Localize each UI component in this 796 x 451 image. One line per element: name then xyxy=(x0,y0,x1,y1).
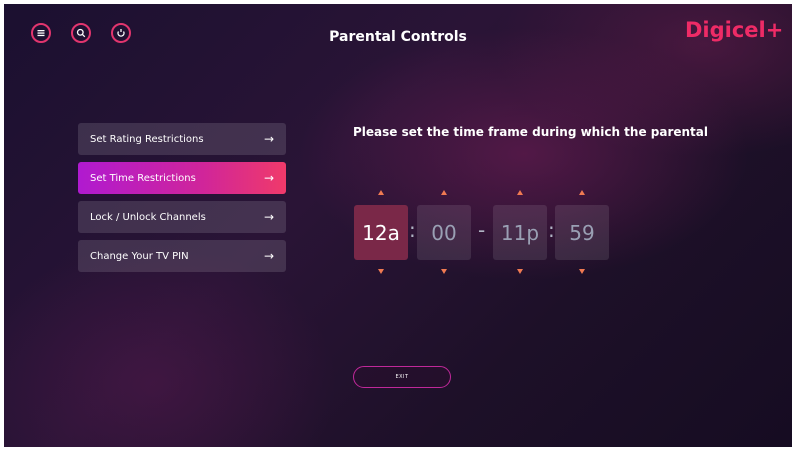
start-colon: : xyxy=(409,218,416,242)
tv-screen: Parental Controls Digicel+ Set Rating Re… xyxy=(4,4,792,447)
start-hour-selector[interactable]: 12a xyxy=(354,205,408,260)
menu-item-change-tv-pin[interactable]: Change Your TV PIN → xyxy=(78,240,286,272)
end-hour-selector[interactable]: 11p xyxy=(493,205,547,260)
start-hour-down-icon[interactable] xyxy=(378,269,384,274)
end-hour-up-icon[interactable] xyxy=(517,190,523,195)
menu-item-label: Change Your TV PIN xyxy=(90,250,189,262)
end-minute-selector[interactable]: 59 xyxy=(555,205,609,260)
menu-item-label: Set Time Restrictions xyxy=(90,172,196,184)
start-minute-down-icon[interactable] xyxy=(441,269,447,274)
start-minute-selector[interactable]: 00 xyxy=(417,205,471,260)
arrow-right-icon: → xyxy=(263,171,274,185)
menu-item-label: Lock / Unlock Channels xyxy=(90,211,206,223)
arrow-right-icon: → xyxy=(263,132,274,146)
start-hour-up-icon[interactable] xyxy=(378,190,384,195)
arrow-right-icon: → xyxy=(263,210,274,224)
exit-button[interactable]: EXIT xyxy=(353,366,451,388)
time-restriction-prompt: Please set the time frame during which t… xyxy=(353,125,709,139)
menu-item-time-restrictions[interactable]: Set Time Restrictions → xyxy=(78,162,286,194)
page-title: Parental Controls xyxy=(329,29,467,45)
arrow-right-icon: → xyxy=(263,249,274,263)
end-hour-down-icon[interactable] xyxy=(517,269,523,274)
end-colon: : xyxy=(548,218,555,242)
menu-item-rating-restrictions[interactable]: Set Rating Restrictions → xyxy=(78,123,286,155)
start-minute-up-icon[interactable] xyxy=(441,190,447,195)
range-dash: - xyxy=(478,218,486,242)
end-minute-up-icon[interactable] xyxy=(579,190,585,195)
end-minute-down-icon[interactable] xyxy=(579,269,585,274)
menu-item-lock-unlock-channels[interactable]: Lock / Unlock Channels → xyxy=(78,201,286,233)
brand-logo: Digicel+ xyxy=(685,18,784,42)
menu-item-label: Set Rating Restrictions xyxy=(90,133,204,145)
